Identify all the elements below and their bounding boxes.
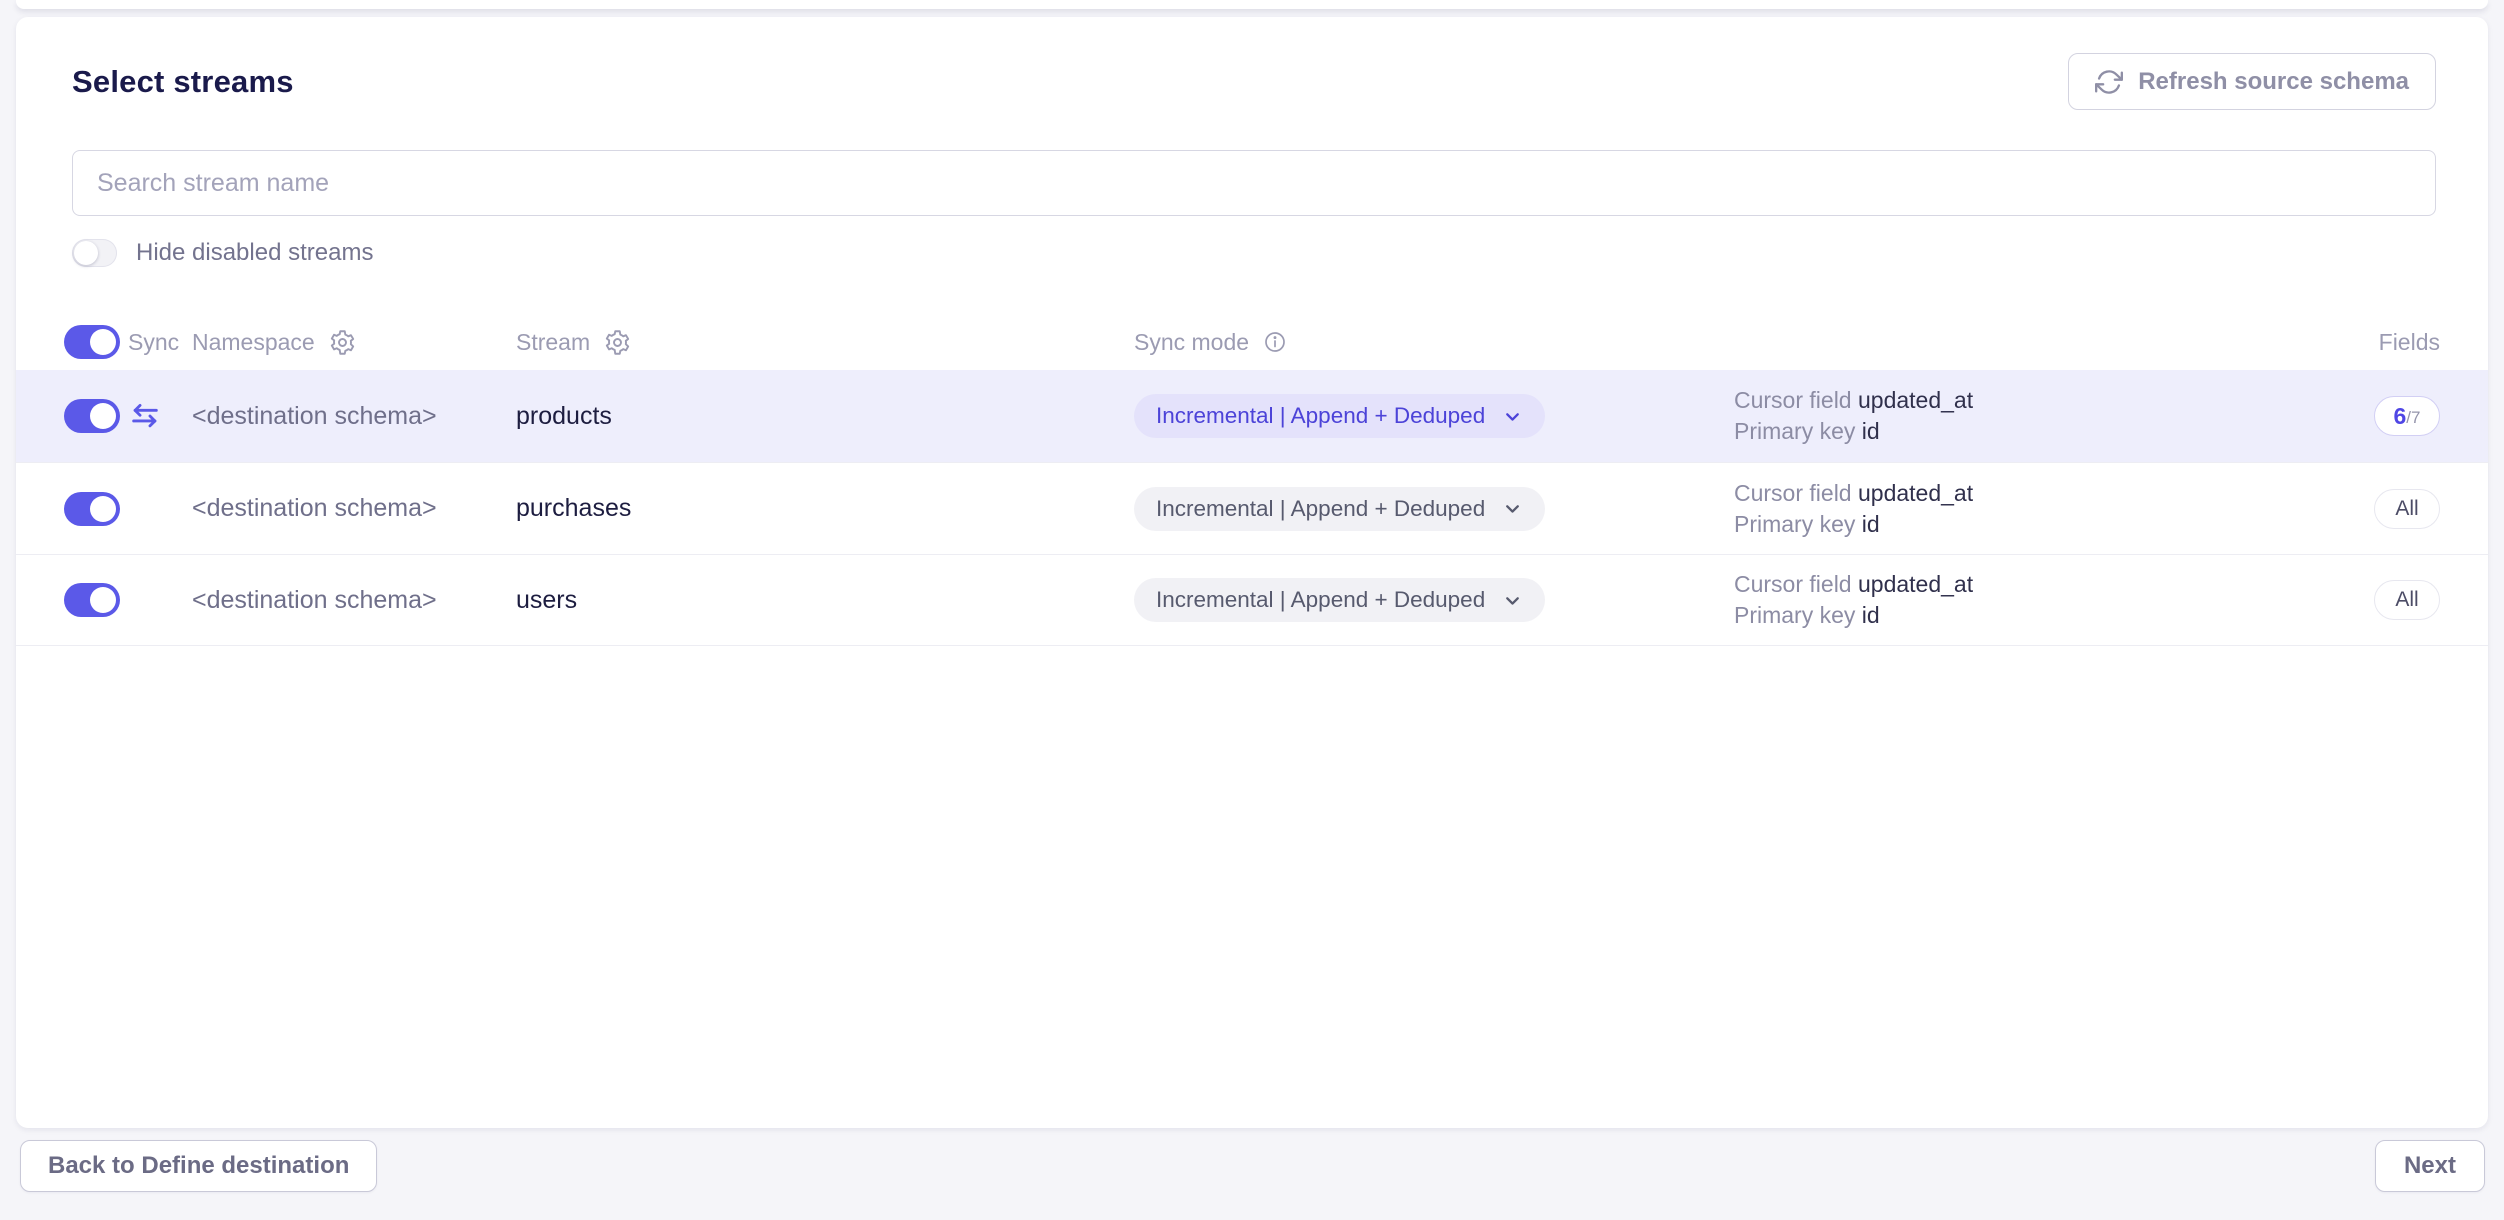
namespace-value: <destination schema>	[192, 494, 437, 523]
hide-disabled-label: Hide disabled streams	[136, 239, 373, 267]
swap-arrows-icon	[128, 399, 192, 433]
namespace-settings-gear-icon[interactable]	[329, 329, 356, 356]
stream-row-users[interactable]: <destination schema> users Incremental |…	[16, 554, 2488, 646]
sync-mode-select[interactable]: Incremental | Append + Deduped	[1134, 578, 1545, 622]
next-button[interactable]: Next	[2375, 1140, 2485, 1192]
refresh-icon	[2095, 68, 2123, 96]
stream-settings-gear-icon[interactable]	[604, 329, 631, 356]
search-input[interactable]	[72, 150, 2436, 216]
toggle-knob	[90, 496, 116, 522]
namespace-column-header: Namespace	[192, 329, 315, 356]
toggle-knob	[90, 403, 116, 429]
sync-mode-select[interactable]: Incremental | Append + Deduped	[1134, 394, 1545, 438]
table-header-row: Sync Namespace Stream	[16, 314, 2488, 370]
chevron-down-icon	[1502, 590, 1523, 611]
sync-toggle-purchases[interactable]	[64, 492, 120, 526]
sync-all-toggle[interactable]	[64, 325, 120, 359]
stream-row-products[interactable]: <destination schema> products Incrementa…	[16, 370, 2488, 462]
stream-name: users	[516, 586, 577, 615]
sync-mode-value: Incremental | Append + Deduped	[1156, 403, 1485, 429]
sync-mode-value: Incremental | Append + Deduped	[1156, 496, 1485, 522]
refresh-source-schema-button[interactable]: Refresh source schema	[2068, 53, 2436, 110]
stream-name: purchases	[516, 494, 631, 523]
stream-name: products	[516, 402, 612, 431]
hide-disabled-row: Hide disabled streams	[72, 236, 2432, 270]
fields-column-header: Fields	[2320, 329, 2440, 356]
sync-mode-select[interactable]: Incremental | Append + Deduped	[1134, 487, 1545, 531]
sync-mode-info-icon[interactable]	[1263, 330, 1287, 354]
stream-column-header: Stream	[516, 329, 590, 356]
fields-all-badge[interactable]: All	[2374, 580, 2440, 620]
sync-mode-column-header: Sync mode	[1134, 329, 1249, 356]
primary-key-line: Primary key id	[1734, 416, 2320, 447]
cursor-field-line: Cursor field updated_at	[1734, 478, 2320, 509]
sync-toggle-products[interactable]	[64, 399, 120, 433]
select-streams-screen: Select streams Refresh source schema Hid…	[0, 0, 2504, 1220]
hide-disabled-toggle[interactable]	[72, 239, 117, 267]
namespace-value: <destination schema>	[192, 402, 437, 431]
stream-row-purchases[interactable]: <destination schema> purchases Increment…	[16, 462, 2488, 554]
cursor-field-line: Cursor field updated_at	[1734, 385, 2320, 416]
fields-count-badge[interactable]: 6 /7	[2374, 396, 2440, 436]
back-to-define-destination-button[interactable]: Back to Define destination	[20, 1140, 377, 1192]
primary-key-line: Primary key id	[1734, 509, 2320, 540]
cursor-field-line: Cursor field updated_at	[1734, 569, 2320, 600]
toggle-knob	[90, 329, 116, 355]
fields-all-badge[interactable]: All	[2374, 489, 2440, 529]
page-title: Select streams	[72, 64, 294, 100]
select-streams-card: Select streams Refresh source schema Hid…	[16, 17, 2488, 1128]
sync-column-header: Sync	[128, 329, 192, 356]
sync-toggle-users[interactable]	[64, 583, 120, 617]
primary-key-line: Primary key id	[1734, 600, 2320, 631]
toggle-knob	[74, 241, 98, 265]
previous-card-bottom-edge	[16, 0, 2488, 9]
namespace-value: <destination schema>	[192, 586, 437, 615]
chevron-down-icon	[1502, 406, 1523, 427]
sync-mode-value: Incremental | Append + Deduped	[1156, 587, 1485, 613]
toggle-knob	[90, 587, 116, 613]
chevron-down-icon	[1502, 498, 1523, 519]
card-header: Select streams Refresh source schema	[16, 17, 2488, 110]
refresh-button-label: Refresh source schema	[2138, 68, 2409, 96]
